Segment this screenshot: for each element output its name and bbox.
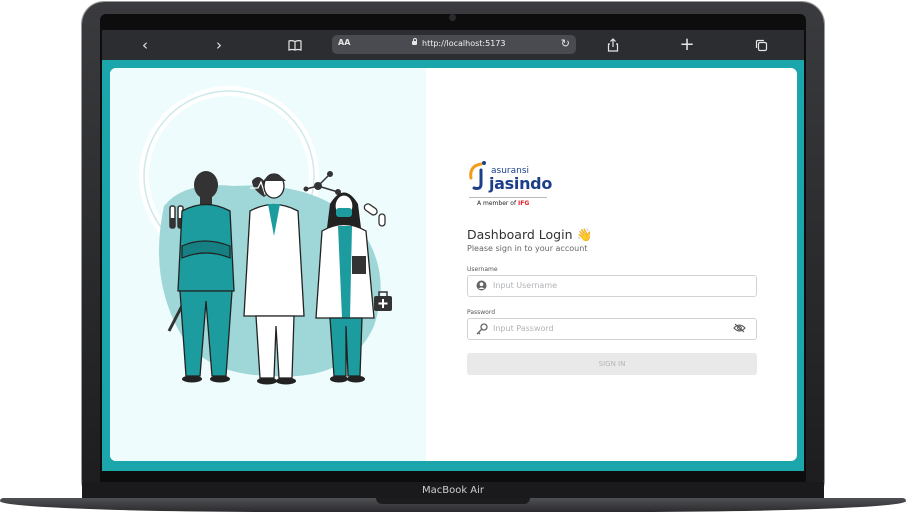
forward-icon[interactable]: › [208, 35, 230, 55]
device-label: MacBook Air [421, 485, 485, 496]
jasindo-logo: asuransi jasindo A member of IFG [467, 160, 557, 210]
page-subtitle: Please sign in to your account [467, 244, 588, 253]
reader-aa-button[interactable]: AA [338, 38, 350, 47]
browser-toolbar: ‹ › AA http://localhost:5173 ↻ + [102, 30, 804, 60]
eye-slash-icon[interactable] [733, 323, 746, 336]
jasindo-logo-icon [469, 161, 486, 190]
back-icon[interactable]: ‹ [134, 35, 156, 55]
ifg-brand: IFG [517, 200, 530, 207]
lock-icon [412, 38, 417, 45]
camera-icon [449, 14, 456, 21]
password-placeholder: Input Password [493, 324, 554, 333]
tabs-icon[interactable] [750, 35, 772, 55]
logo-divider [469, 197, 547, 198]
password-input[interactable]: Input Password [467, 318, 757, 340]
page-title: Dashboard Login 👋 [467, 227, 593, 242]
laptop-notch [376, 498, 530, 504]
bookmarks-icon[interactable] [284, 35, 306, 55]
medical-staff-illustration [139, 86, 392, 385]
member-prefix: A member of [477, 200, 517, 207]
login-card: asuransi jasindo A member of IFG Dashboa… [110, 68, 797, 461]
sign-in-button[interactable]: SIGN IN [467, 353, 757, 375]
key-icon [476, 323, 488, 338]
member-of-text: A member of IFG [477, 200, 529, 207]
username-placeholder: Input Username [493, 281, 558, 290]
reload-icon[interactable]: ↻ [561, 37, 570, 50]
logo-jasindo-text: jasindo [489, 174, 553, 193]
address-bar[interactable]: AA http://localhost:5173 ↻ [332, 35, 576, 54]
username-input[interactable]: Input Username [467, 275, 757, 297]
new-tab-icon[interactable]: + [676, 35, 698, 55]
password-label: Password [467, 309, 496, 316]
share-icon[interactable] [602, 35, 624, 55]
illustration-panel [110, 68, 426, 461]
url-text: http://localhost:5173 [422, 39, 506, 48]
user-icon [476, 280, 487, 294]
browser-window: ‹ › AA http://localhost:5173 ↻ + asurans… [102, 30, 804, 471]
username-label: Username [467, 266, 498, 273]
